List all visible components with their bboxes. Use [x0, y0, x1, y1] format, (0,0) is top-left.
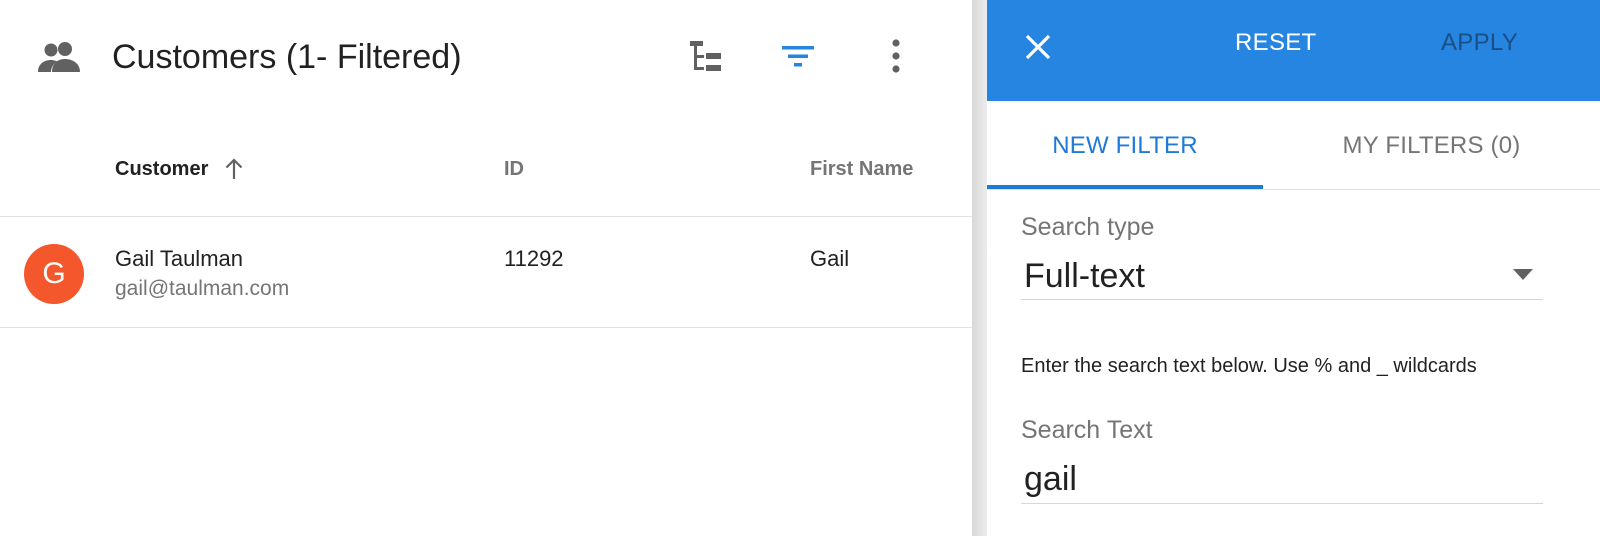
tree-view-button[interactable]: [680, 32, 732, 84]
more-vert-icon: [891, 38, 901, 78]
more-options-button[interactable]: [870, 32, 922, 84]
customer-name: Gail Taulman: [115, 246, 243, 271]
page-title: Customers (1- Filtered): [112, 38, 462, 76]
reset-button[interactable]: RESET: [1235, 28, 1317, 58]
table-header: Customer ID First Name: [0, 115, 972, 217]
column-header-id[interactable]: ID: [504, 157, 524, 181]
list-toolbar: Customers (1- Filtered): [0, 0, 972, 115]
avatar: G: [24, 244, 84, 304]
close-icon: [1024, 33, 1052, 66]
filter-button[interactable]: [772, 32, 824, 84]
search-type-label: Search type: [1021, 213, 1155, 241]
arrow-upward-icon[interactable]: [224, 158, 244, 180]
search-text-label: Search Text: [1021, 416, 1153, 444]
table-row[interactable]: G Gail Taulman gail@taulman.com 11292 Ga…: [0, 218, 972, 328]
customer-first-name: Gail: [810, 246, 850, 271]
search-type-select[interactable]: Full-text: [1021, 252, 1543, 300]
column-label: Customer: [115, 158, 209, 180]
search-help-text: Enter the search text below. Use % and _…: [1021, 355, 1477, 377]
column-header-first-name[interactable]: First Name: [810, 157, 913, 181]
dropdown-arrow-icon: [1513, 268, 1533, 286]
customer-email: gail@taulman.com: [115, 277, 290, 300]
people-icon: [36, 40, 82, 74]
column-header-customer[interactable]: Customer: [115, 157, 244, 181]
apply-button[interactable]: APPLY: [1441, 28, 1518, 58]
panel-divider: [972, 0, 987, 536]
customer-id: 11292: [504, 246, 564, 271]
tab-new-filter[interactable]: NEW FILTER: [987, 101, 1263, 190]
filter-icon: [782, 44, 814, 73]
search-text-input[interactable]: [1021, 456, 1543, 504]
active-tab-indicator: [987, 185, 1263, 189]
customer-list-panel: Customers (1- Filtered) Customer ID Firs…: [0, 0, 972, 536]
app: Customers (1- Filtered) Customer ID Firs…: [0, 0, 1600, 536]
filter-drawer: RESET APPLY NEW FILTER MY FILTERS (0) Se…: [987, 0, 1600, 536]
drawer-app-bar: RESET APPLY: [987, 0, 1600, 101]
tree-view-icon: [688, 39, 724, 78]
tab-my-filters[interactable]: MY FILTERS (0): [1263, 101, 1600, 190]
search-type-value: Full-text: [1024, 257, 1145, 295]
filter-tabs: NEW FILTER MY FILTERS (0): [987, 101, 1600, 190]
close-button[interactable]: [1013, 24, 1063, 74]
